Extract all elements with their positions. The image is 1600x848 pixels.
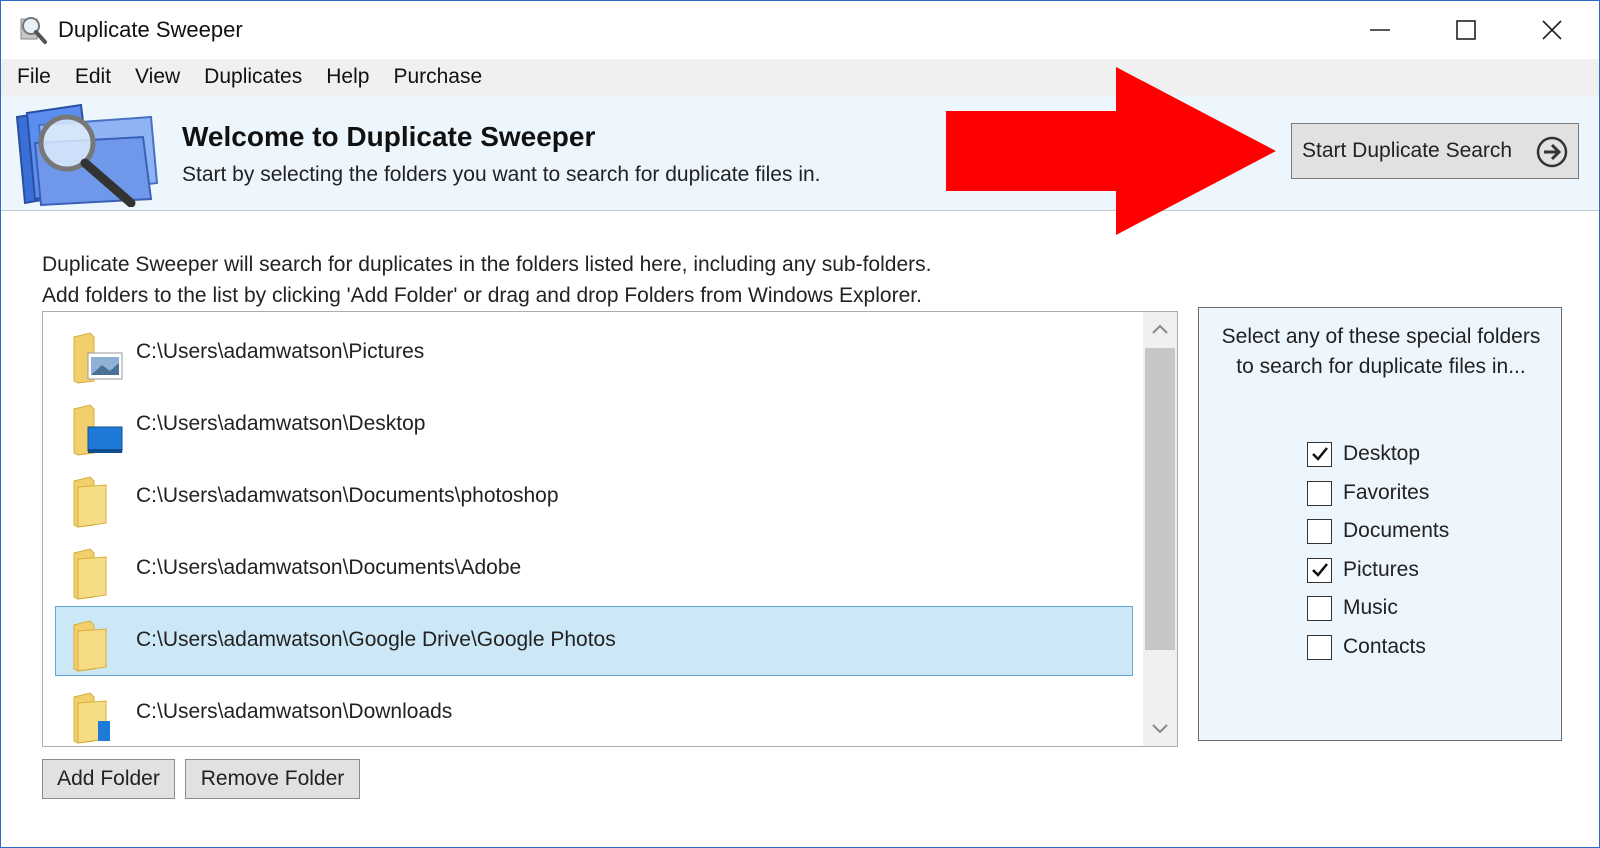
folder-row[interactable]: C:\Users\adamwatson\Documents\photoshop — [55, 462, 1133, 532]
checkbox-label: Favorites — [1343, 481, 1430, 504]
folder-path: C:\Users\adamwatson\Pictures — [136, 340, 425, 363]
folder-row[interactable]: C:\Users\adamwatson\Pictures — [55, 318, 1133, 388]
checkbox-pictures[interactable]: Pictures — [1307, 555, 1419, 585]
folder-icon — [73, 548, 107, 600]
checkbox-documents[interactable]: Documents — [1307, 516, 1449, 546]
folder-path: C:\Users\adamwatson\Documents\Adobe — [136, 556, 522, 579]
checkbox-box[interactable] — [1307, 634, 1332, 660]
folder-icon — [73, 620, 107, 672]
maximize-button[interactable] — [1423, 1, 1509, 59]
minimize-button[interactable] — [1337, 1, 1423, 59]
folder-row-selected[interactable]: C:\Users\adamwatson\Google Drive\Google … — [55, 606, 1133, 676]
checkbox-favorites[interactable]: Favorites — [1307, 478, 1429, 508]
scroll-down-button[interactable] — [1143, 712, 1177, 746]
chevron-down-icon — [1152, 724, 1168, 734]
info-text-line-2: Add folders to the list by clicking 'Add… — [42, 284, 922, 307]
checkbox-desktop[interactable]: Desktop — [1307, 439, 1420, 469]
checkbox-label: Pictures — [1343, 558, 1419, 581]
menu-purchase[interactable]: Purchase — [381, 61, 494, 93]
special-folders-title: Select any of these special folders to s… — [1221, 325, 1541, 378]
desktop-folder-icon — [73, 404, 123, 456]
checkbox-box[interactable] — [1307, 441, 1332, 467]
checkmark-icon — [1311, 563, 1328, 577]
maximize-icon — [1456, 20, 1476, 40]
window-title: Duplicate Sweeper — [58, 17, 243, 42]
menu-edit[interactable]: Edit — [63, 61, 123, 93]
checkbox-box[interactable] — [1307, 557, 1332, 583]
checkbox-box[interactable] — [1307, 595, 1332, 621]
checkbox-label: Music — [1343, 596, 1398, 619]
magnifier-app-icon — [20, 17, 47, 44]
menu-file[interactable]: File — [5, 61, 63, 93]
banner-subtitle: Start by selecting the folders you want … — [182, 163, 821, 186]
folder-row[interactable]: C:\Users\adamwatson\Downloads — [55, 678, 1133, 746]
menu-view[interactable]: View — [123, 61, 192, 93]
info-text-line-1: Duplicate Sweeper will search for duplic… — [42, 253, 932, 276]
close-button[interactable] — [1509, 1, 1595, 59]
folder-path: C:\Users\adamwatson\Downloads — [136, 700, 453, 723]
minimize-icon — [1370, 29, 1390, 31]
checkbox-box[interactable] — [1307, 480, 1332, 506]
add-folder-button[interactable]: Add Folder — [42, 759, 175, 799]
folder-icon — [73, 476, 107, 528]
chevron-up-icon — [1152, 324, 1168, 334]
red-arrow-icon — [946, 67, 1276, 235]
remove-folder-button[interactable]: Remove Folder — [185, 759, 360, 799]
folder-row[interactable]: C:\Users\adamwatson\Documents\Adobe — [55, 534, 1133, 604]
pictures-folder-icon — [73, 332, 123, 384]
folder-magnifier-logo-icon — [15, 103, 159, 207]
folder-list[interactable]: C:\Users\adamwatson\Pictures C:\Users\ad… — [42, 311, 1178, 747]
menu-duplicates[interactable]: Duplicates — [192, 61, 314, 93]
close-icon — [1542, 20, 1562, 40]
banner-title: Welcome to Duplicate Sweeper — [182, 121, 596, 152]
folder-row[interactable]: C:\Users\adamwatson\Desktop — [55, 390, 1133, 460]
menu-bar: File Edit View Duplicates Help Purchase — [1, 59, 1599, 95]
folder-list-scrollbar[interactable] — [1143, 312, 1177, 746]
checkbox-music[interactable]: Music — [1307, 593, 1398, 623]
start-button-label: Start Duplicate Search — [1302, 139, 1513, 162]
checkbox-label: Documents — [1343, 519, 1450, 542]
app-window: Duplicate Sweeper File Edit View Duplica… — [0, 0, 1600, 848]
checkbox-contacts[interactable]: Contacts — [1307, 632, 1426, 662]
checkbox-box[interactable] — [1307, 518, 1332, 544]
scroll-up-button[interactable] — [1143, 312, 1177, 346]
checkbox-label: Desktop — [1343, 442, 1421, 465]
folder-path: C:\Users\adamwatson\Google Drive\Google … — [136, 628, 616, 651]
checkmark-icon — [1311, 447, 1328, 461]
arrow-right-circle-icon — [1536, 136, 1568, 168]
menu-help[interactable]: Help — [314, 61, 381, 93]
scroll-thumb[interactable] — [1145, 348, 1175, 650]
special-folders-panel: Select any of these special folders to s… — [1198, 307, 1562, 741]
folder-path: C:\Users\adamwatson\Documents\photoshop — [136, 484, 559, 507]
checkbox-label: Contacts — [1343, 635, 1426, 658]
start-duplicate-search-button[interactable]: Start Duplicate Search — [1291, 123, 1579, 179]
downloads-folder-icon — [73, 692, 110, 744]
folder-path: C:\Users\adamwatson\Desktop — [136, 412, 426, 435]
title-bar[interactable]: Duplicate Sweeper — [1, 1, 1599, 59]
